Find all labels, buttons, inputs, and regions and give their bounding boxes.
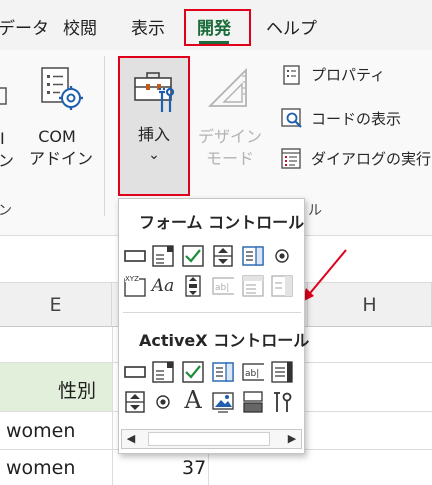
column-line [112, 327, 113, 485]
group-divider [104, 56, 105, 216]
developer-tab-highlight [184, 9, 251, 46]
design-mode-icon [207, 67, 247, 107]
properties-icon [283, 65, 300, 85]
header-cell-gender[interactable]: 性別 [58, 376, 96, 403]
tab-help[interactable]: ヘルプ [266, 14, 317, 39]
activex-controls-title: ActiveX コントロール [139, 331, 310, 350]
form-option-button-icon[interactable] [271, 245, 293, 267]
scroll-thumb[interactable] [148, 432, 270, 446]
addins-label-partial-1: I [0, 129, 5, 148]
ribbon-tab-bar: データ 校閲 表示 開発 ヘルプ [0, 0, 432, 50]
com-addins-icon [41, 67, 83, 110]
com-addins-label-1: COM [38, 127, 76, 146]
textbox-abl-text: ab| [245, 369, 259, 379]
activex-checkbox-icon[interactable] [182, 361, 204, 383]
activex-listbox-icon[interactable] [212, 361, 234, 383]
form-combo-dropdown-icon-disabled [271, 275, 293, 297]
tab-view[interactable]: 表示 [131, 14, 165, 39]
form-combobox-icon[interactable] [152, 245, 174, 267]
view-code-label: コードの表示 [311, 110, 402, 128]
group-label-partial-left: ン [0, 203, 12, 219]
activex-textbox-icon[interactable]: ab| [242, 361, 264, 383]
tab-review[interactable]: 校閲 [63, 14, 97, 39]
activex-label-icon[interactable]: A [182, 386, 204, 414]
activex-label-a-text: A [184, 386, 202, 414]
form-button-icon[interactable] [124, 245, 146, 267]
table-cell[interactable]: women [6, 457, 75, 479]
textfield-abl-text: ab| [215, 283, 229, 293]
activex-toggle-button-icon[interactable] [242, 391, 264, 413]
groupbox-xyz-text: XYZ [125, 275, 139, 283]
design-mode-label-2: モード [205, 149, 254, 168]
scroll-right-icon[interactable]: ▶ [283, 430, 301, 448]
form-spinner-icon[interactable] [212, 245, 234, 267]
addins-icon [0, 87, 7, 105]
form-checkbox-icon[interactable] [182, 245, 204, 267]
toolbox-icon [134, 72, 175, 112]
activex-button-icon[interactable] [124, 361, 146, 383]
addins-label-partial-2: ン [0, 151, 15, 170]
properties-label: プロパティ [311, 66, 386, 84]
tab-data[interactable]: データ [0, 14, 49, 39]
table-cell[interactable]: 37 [182, 457, 206, 479]
form-controls-title: フォーム コントロール [139, 213, 305, 232]
form-listbox-icon[interactable] [242, 245, 264, 267]
form-groupbox-icon[interactable]: XYZ [124, 274, 146, 297]
com-addins-label-2: アドイン [29, 149, 94, 168]
form-combo-list-icon-disabled [242, 275, 264, 297]
form-textfield-icon-disabled: ab| [212, 275, 234, 297]
view-code-icon [281, 108, 302, 128]
form-scrollbar-icon[interactable] [182, 275, 204, 297]
insert-chevron-icon: ⌄ [148, 147, 160, 163]
run-dialog-label: ダイアログの実行 [311, 150, 432, 168]
insert-label: 挿入 [137, 125, 170, 144]
table-cell[interactable]: women [6, 420, 75, 442]
activex-scrollbar-icon[interactable] [271, 361, 293, 383]
dropdown-horizontal-scrollbar[interactable]: ◀ ▶ [121, 429, 302, 449]
column-header-e[interactable]: E [0, 283, 112, 327]
form-label-icon[interactable]: Aa [152, 275, 174, 297]
design-mode-label-1: デザイン [198, 127, 263, 146]
insert-controls-dropdown: フォーム コントロール XYZ Aa ab| ActiveX コントロール ab… [118, 198, 309, 454]
section-divider [123, 312, 301, 313]
activex-more-controls-icon[interactable] [271, 391, 293, 413]
activex-option-button-icon[interactable] [152, 391, 174, 413]
insert-controls-button[interactable]: 挿入 ⌄ [118, 56, 190, 196]
run-dialog-icon [281, 148, 301, 169]
activex-image-icon[interactable] [212, 391, 234, 413]
label-aa-text: Aa [151, 276, 175, 296]
activex-spinbutton-icon[interactable] [124, 391, 146, 413]
scroll-left-icon[interactable]: ◀ [122, 430, 140, 448]
group-label-partial-right: ル [308, 203, 322, 219]
activex-combobox-icon[interactable] [152, 361, 174, 383]
